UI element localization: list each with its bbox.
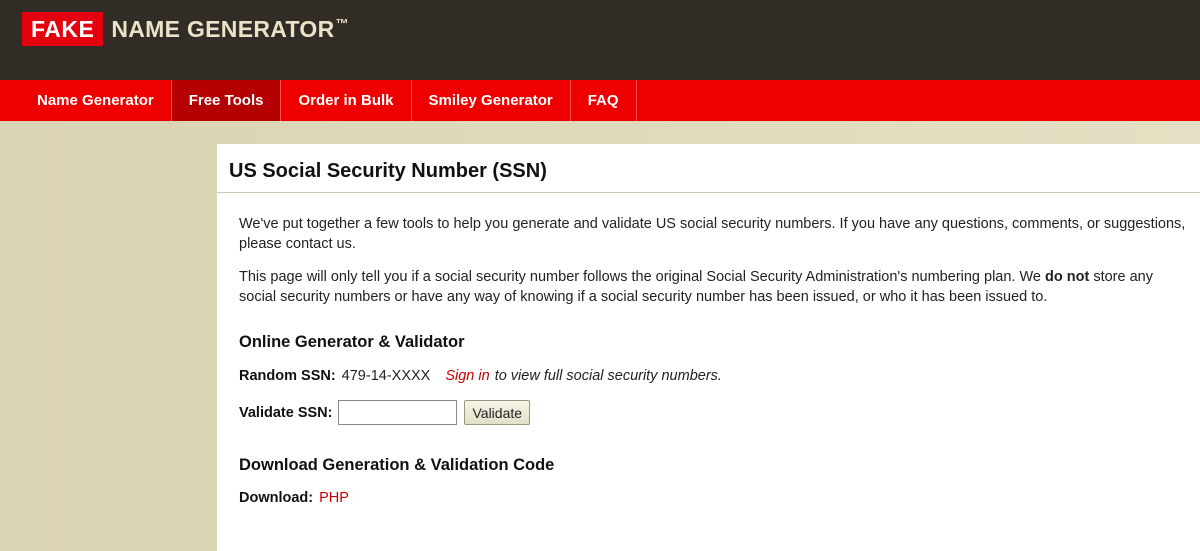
content-panel: US Social Security Number (SSN) We've pu… bbox=[217, 144, 1200, 551]
notice-text-before: This page will only tell you if a social… bbox=[239, 269, 1046, 285]
generator-heading: Online Generator & Validator bbox=[239, 333, 465, 351]
random-ssn-value: 479-14-XXXX bbox=[341, 368, 431, 384]
random-ssn-label: Random SSN: bbox=[239, 368, 336, 384]
validate-ssn-row: Validate SSN: Validate bbox=[239, 400, 531, 425]
logo-name: NAME GENERATOR bbox=[111, 15, 335, 42]
nav-faq[interactable]: FAQ bbox=[571, 80, 637, 121]
site-header: FAKE NAME GENERATOR™ bbox=[0, 0, 1200, 80]
notice-paragraph: This page will only tell you if a social… bbox=[239, 267, 1194, 307]
logo-fake-badge: FAKE bbox=[22, 12, 104, 46]
intro-paragraph: We've put together a few tools to help y… bbox=[239, 216, 1186, 252]
random-ssn-row: Random SSN: 479-14-XXXX Sign in to view … bbox=[239, 368, 722, 384]
download-heading: Download Generation & Validation Code bbox=[239, 456, 555, 474]
notice-emphasis: do not bbox=[1045, 269, 1090, 285]
sign-in-suffix: to view full social security numbers. bbox=[494, 368, 722, 384]
main-nav: Name Generator Free Tools Order in Bulk … bbox=[0, 80, 1200, 121]
title-divider bbox=[217, 192, 1200, 193]
validate-button[interactable]: Validate bbox=[464, 400, 531, 425]
download-label: Download: bbox=[239, 490, 314, 506]
nav-free-tools[interactable]: Free Tools bbox=[171, 80, 282, 121]
validate-ssn-label: Validate SSN: bbox=[239, 404, 333, 421]
logo-text: NAME GENERATOR™ bbox=[111, 16, 348, 43]
nav-smiley-generator[interactable]: Smiley Generator bbox=[412, 80, 571, 121]
nav-name-generator[interactable]: Name Generator bbox=[0, 80, 172, 121]
logo-trademark: ™ bbox=[335, 15, 349, 31]
page-title: US Social Security Number (SSN) bbox=[229, 160, 547, 182]
sign-in-link[interactable]: Sign in bbox=[445, 368, 489, 384]
nav-order-in-bulk[interactable]: Order in Bulk bbox=[281, 80, 412, 121]
php-download-link[interactable]: PHP bbox=[319, 490, 349, 506]
site-logo[interactable]: FAKE NAME GENERATOR™ bbox=[22, 12, 349, 46]
ssn-input[interactable] bbox=[338, 400, 458, 425]
download-row: Download: PHP bbox=[239, 490, 349, 506]
